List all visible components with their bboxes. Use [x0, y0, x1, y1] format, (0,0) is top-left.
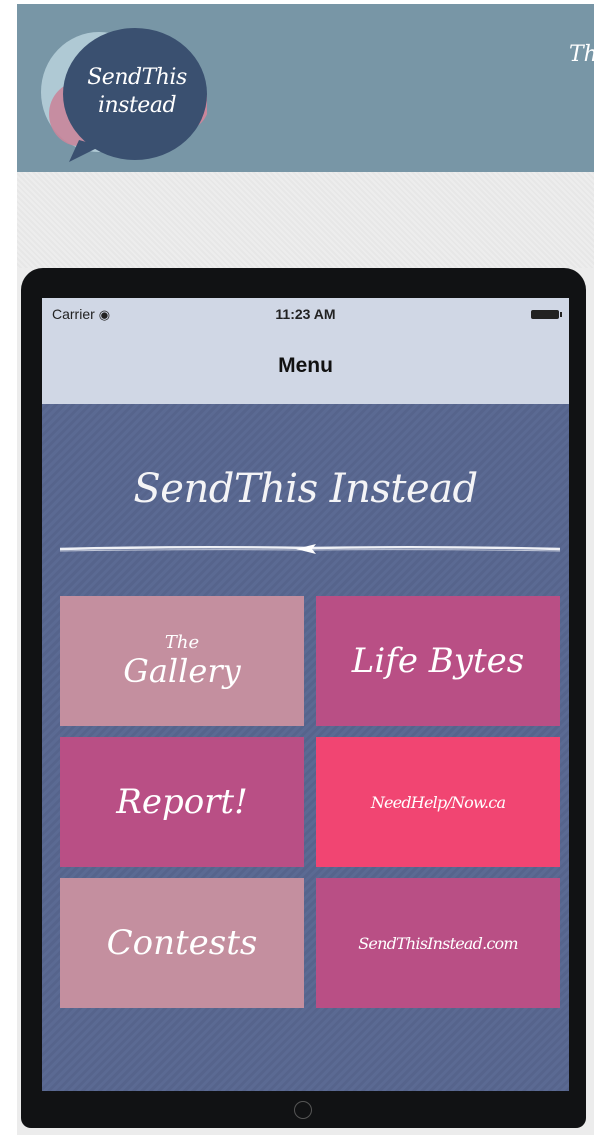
device-screen: Carrier ◉ 11:23 AM Menu SendThis Instead … [42, 298, 569, 1091]
webpage: SendThis instead Th Carrier◉ 11:23 AM Me… [17, 4, 594, 1135]
logo[interactable]: SendThis instead [39, 22, 209, 168]
logo-text: SendThis instead [87, 64, 187, 120]
tile-life-bytes-label: Life Bytes [351, 641, 525, 681]
status-time: 11:23 AM [275, 306, 336, 322]
tile-contests[interactable]: Contests [60, 878, 304, 1008]
site-header: SendThis instead Th [17, 4, 594, 172]
status-and-nav-bar: Carrier ◉ 11:23 AM Menu [42, 298, 569, 404]
divider-arrow-icon [60, 544, 560, 554]
header-title-clipped: Th [569, 42, 594, 67]
logo-line-1: SendThis [87, 65, 187, 90]
tile-gallery-line2: Gallery [123, 652, 241, 690]
logo-line-2: instead [97, 93, 177, 118]
tile-the-gallery[interactable]: The Gallery [60, 596, 304, 726]
tablet-device: Carrier ◉ 11:23 AM Menu SendThis Instead … [21, 268, 586, 1128]
app-title: SendThis Instead [133, 466, 478, 512]
tile-need-help-label: NeedHelp/Now.ca [370, 792, 506, 812]
tile-life-bytes[interactable]: Life Bytes [316, 596, 560, 726]
tile-website[interactable]: SendThisInstead.com [316, 878, 560, 1008]
tile-need-help-now[interactable]: NeedHelp/Now.ca [316, 737, 560, 867]
tile-gallery-line1: The [164, 632, 200, 653]
texture-strip [17, 172, 594, 268]
tile-report-label: Report! [116, 782, 248, 822]
home-button[interactable] [294, 1101, 312, 1119]
tile-report[interactable]: Report! [60, 737, 304, 867]
tile-contests-label: Contests [106, 923, 258, 963]
tile-website-label: SendThisInstead.com [358, 933, 518, 953]
nav-title: Menu [278, 354, 333, 377]
battery-icon [531, 310, 562, 319]
